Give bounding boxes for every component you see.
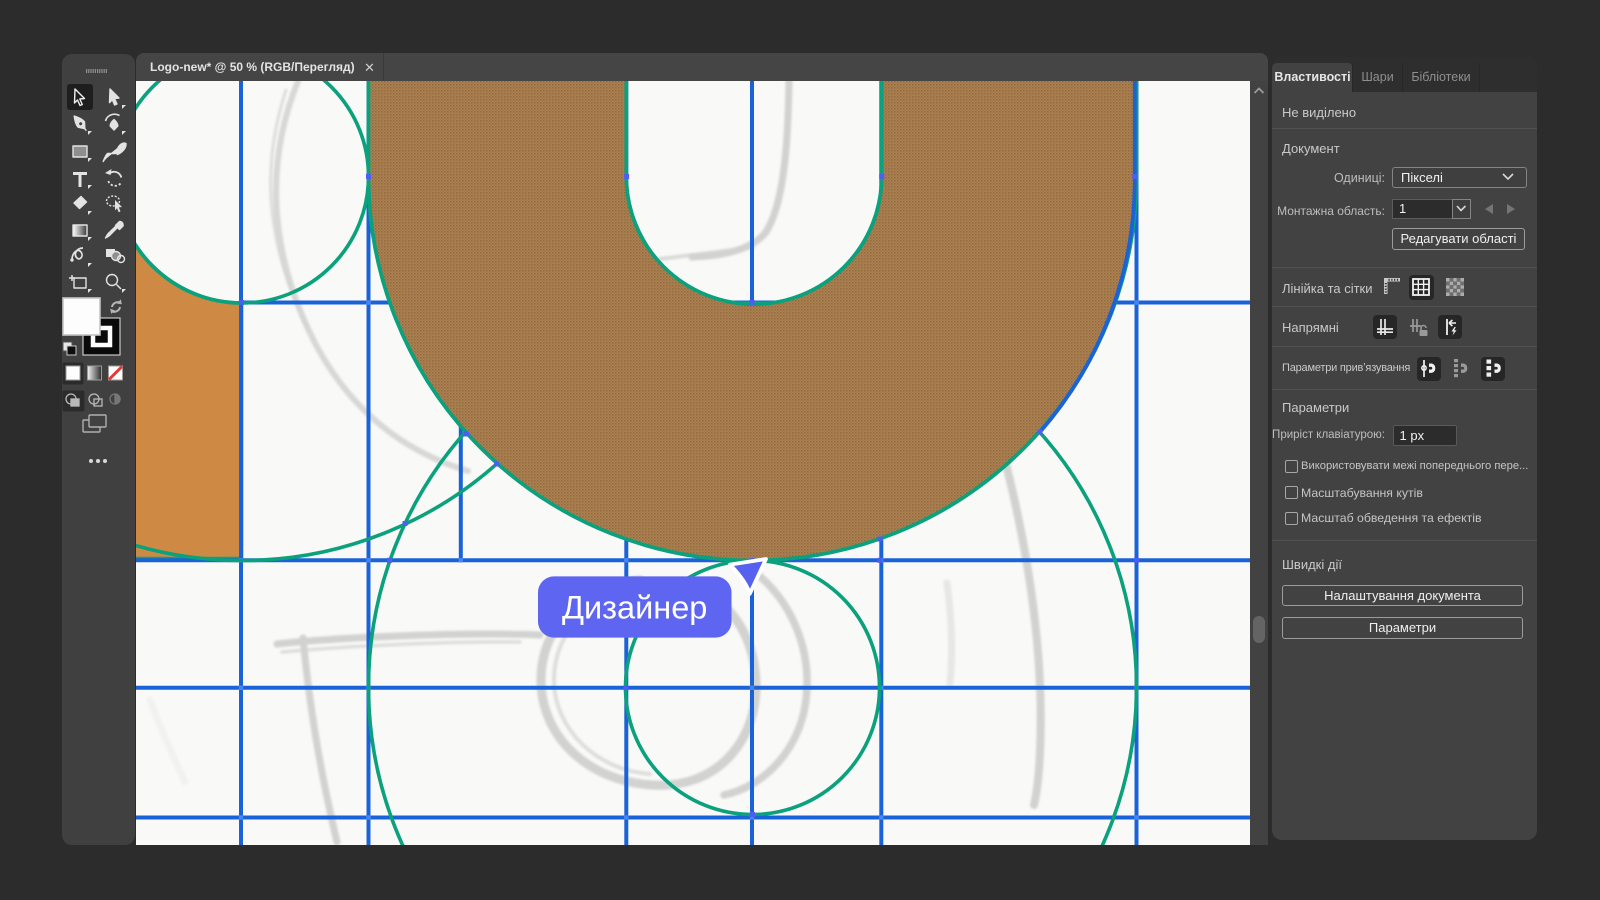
svg-text:Дизайнер: Дизайнер xyxy=(562,590,707,626)
